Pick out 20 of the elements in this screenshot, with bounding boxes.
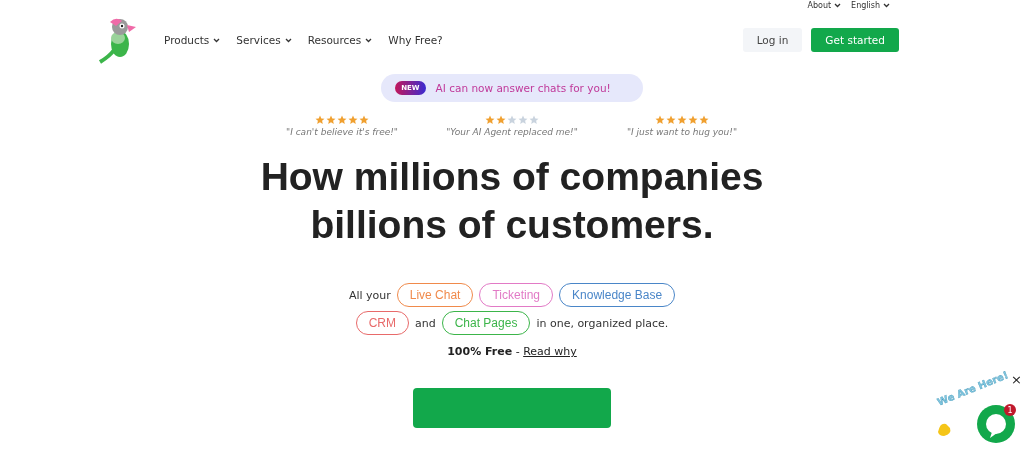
close-button[interactable]: × [1011, 372, 1022, 387]
features-text: in one, organized place. [536, 316, 669, 330]
nav-link[interactable]: Products [164, 34, 221, 46]
features-text: and [415, 316, 436, 330]
review-quote: "I can't believe it's free!" [286, 127, 398, 137]
top-link[interactable]: About [807, 0, 842, 11]
unread-count: 1 [1007, 406, 1013, 415]
announcement-text: AI can now answer chats for you! [435, 82, 611, 94]
read-why-link[interactable]: Read why [523, 345, 577, 358]
free-note: 100% Free - [447, 345, 521, 358]
nav-link[interactable]: Resources [307, 34, 373, 46]
features-text: All your [348, 288, 391, 302]
review-quote: "I just want to hug you!" [626, 127, 738, 137]
review-quote: "Your AI Agent replaced me!" [446, 127, 578, 137]
login-button[interactable]: Log in [742, 28, 803, 52]
top-link[interactable]: English [851, 0, 890, 11]
nav-link[interactable]: Services [236, 34, 292, 46]
headline: How millions of companies billions of customers. [260, 154, 764, 248]
nav-link[interactable]: Why Free? [388, 34, 443, 46]
chat-launcher[interactable] [977, 405, 1015, 443]
